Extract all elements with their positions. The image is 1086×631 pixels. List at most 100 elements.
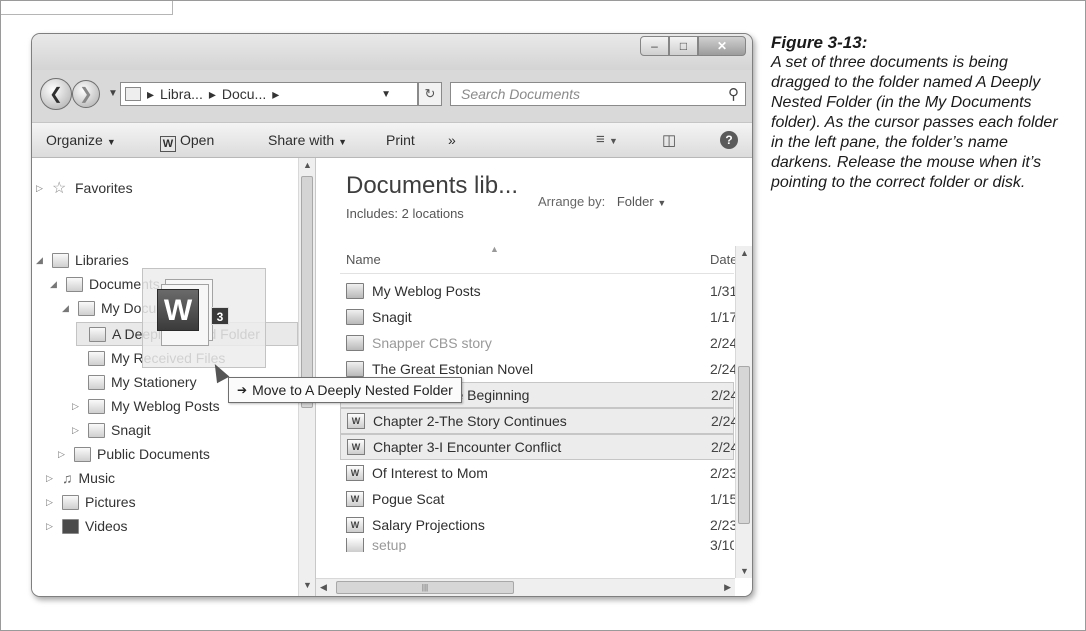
list-item[interactable]: Snapper CBS story 2/24 bbox=[340, 330, 738, 356]
chevron-down-icon: ▼ bbox=[657, 198, 667, 208]
maximize-button[interactable]: □ bbox=[669, 36, 698, 56]
collapse-icon[interactable]: ◢ bbox=[36, 255, 48, 266]
file-name: Snagit bbox=[372, 309, 412, 325]
list-item[interactable]: Snagit 1/17 bbox=[340, 304, 737, 330]
expand-icon[interactable]: ▷ bbox=[72, 425, 84, 436]
list-item[interactable]: W Pogue Scat 1/15 bbox=[340, 486, 737, 512]
libraries-icon bbox=[52, 252, 69, 268]
minimize-icon: – bbox=[651, 39, 658, 53]
file-list-scrollbar[interactable]: ▲ ▼ bbox=[735, 246, 752, 578]
address-dropdown-icon[interactable]: ▼ bbox=[381, 89, 391, 100]
scroll-right-icon[interactable]: ▶ bbox=[724, 582, 731, 593]
column-date[interactable]: Date bbox=[710, 252, 737, 267]
file-date: 2/24 bbox=[710, 335, 738, 351]
scroll-down-icon[interactable]: ▼ bbox=[740, 566, 749, 576]
folder-icon bbox=[74, 446, 91, 462]
breadcrumb-documents[interactable]: Docu... bbox=[222, 86, 266, 102]
nav-item-videos[interactable]: ▷ Videos bbox=[46, 514, 128, 538]
file-list-scroll-thumb[interactable] bbox=[738, 366, 750, 524]
caption-text: A set of three documents is being dragge… bbox=[771, 54, 1058, 191]
move-arrow-icon: ➔ bbox=[237, 383, 248, 397]
scroll-up-icon[interactable]: ▲ bbox=[740, 248, 749, 258]
forward-arrow-icon: ❯ bbox=[79, 86, 93, 103]
list-item[interactable]: W Salary Projections 2/23 bbox=[340, 512, 737, 538]
horizontal-scroll-thumb[interactable]: ||| bbox=[336, 581, 514, 594]
collapse-icon[interactable]: ◢ bbox=[62, 303, 74, 314]
file-date: 2/23 bbox=[710, 465, 738, 481]
folder-icon bbox=[346, 335, 364, 351]
nav-item-favorites[interactable]: ▷ ☆ Favorites bbox=[36, 176, 133, 200]
refresh-button[interactable]: ↻ bbox=[418, 82, 442, 106]
column-name[interactable]: Name bbox=[346, 252, 381, 267]
title-bar: – □ ✕ bbox=[32, 34, 752, 70]
horizontal-scrollbar[interactable]: ◀ ||| ▶ bbox=[316, 578, 735, 596]
nav-item-libraries[interactable]: ◢ Libraries bbox=[36, 248, 129, 272]
setup-file-icon bbox=[346, 538, 364, 552]
expand-icon[interactable]: ▷ bbox=[46, 497, 58, 508]
file-name: Chapter 2-The Story Continues bbox=[373, 413, 567, 429]
expand-icon[interactable]: ▷ bbox=[46, 473, 58, 484]
open-button[interactable]: W Open bbox=[160, 132, 214, 152]
nav-scroll-thumb[interactable] bbox=[301, 176, 313, 408]
file-name: setup bbox=[372, 538, 407, 552]
organize-button[interactable]: Organize ▼ bbox=[46, 132, 116, 148]
file-name: Pogue Scat bbox=[372, 491, 445, 507]
sort-indicator-icon: ▲ bbox=[490, 244, 499, 254]
maximize-icon: □ bbox=[679, 39, 688, 53]
list-item[interactable]: W Chapter 3-I Encounter Conflict 2/24 bbox=[340, 434, 738, 460]
nav-item-snagit[interactable]: ▷ Snagit bbox=[72, 418, 151, 442]
close-icon: ✕ bbox=[716, 39, 728, 53]
list-item[interactable]: W Chapter 2-The Story Continues 2/24 bbox=[340, 408, 738, 434]
arrange-by-dropdown[interactable]: Folder ▼ bbox=[617, 194, 666, 209]
column-header: ▲ Name Date bbox=[340, 244, 737, 274]
address-row: ❮ ❯ ▼ ▸ Libra... ▸ Docu... ▸ ▼ ↻ Search … bbox=[32, 72, 752, 118]
recent-pages-dropdown[interactable]: ▼ bbox=[108, 88, 118, 99]
library-includes-link[interactable]: Includes: 2 locations bbox=[346, 206, 464, 221]
address-bar[interactable]: ▸ Libra... ▸ Docu... ▸ ▼ bbox=[120, 82, 418, 106]
scroll-left-icon[interactable]: ◀ bbox=[320, 582, 327, 593]
folder-icon bbox=[89, 326, 106, 342]
nav-item-music[interactable]: ▷ ♫ Music bbox=[46, 466, 115, 490]
expand-icon[interactable]: ▷ bbox=[58, 449, 70, 460]
collapse-icon[interactable]: ◢ bbox=[50, 279, 62, 290]
library-icon bbox=[125, 87, 141, 101]
minimize-button[interactable]: – bbox=[640, 36, 669, 56]
word-doc-icon: W bbox=[347, 413, 365, 429]
search-input[interactable]: Search Documents ⚲ bbox=[450, 82, 746, 106]
arrange-by: Arrange by: Folder ▼ bbox=[538, 194, 666, 209]
share-with-button[interactable]: Share with ▼ bbox=[268, 132, 347, 148]
window-controls: – □ ✕ bbox=[640, 36, 746, 56]
explorer-window: – □ ✕ ❮ ❯ ▼ ▸ Libra... ▸ Docu... ▸ ▼ ↻ S… bbox=[31, 33, 753, 597]
print-label: Print bbox=[386, 132, 415, 148]
list-item[interactable]: My Weblog Posts 1/31 bbox=[340, 278, 737, 304]
nav-item-pictures[interactable]: ▷ Pictures bbox=[46, 490, 136, 514]
organize-label: Organize bbox=[46, 132, 103, 148]
preview-pane-button[interactable]: ◫ bbox=[662, 131, 676, 149]
nav-item-my-weblog-posts[interactable]: ▷ My Weblog Posts bbox=[72, 394, 220, 418]
help-icon[interactable]: ? bbox=[720, 131, 738, 149]
preview-pane-icon: ◫ bbox=[662, 132, 677, 149]
more-commands-button[interactable]: » bbox=[448, 132, 456, 148]
nav-label: Libraries bbox=[75, 252, 129, 268]
expand-icon[interactable]: ▷ bbox=[72, 401, 84, 412]
scroll-up-icon[interactable]: ▲ bbox=[303, 160, 312, 170]
close-button[interactable]: ✕ bbox=[698, 36, 746, 56]
print-button[interactable]: Print bbox=[386, 132, 415, 148]
nav-item-public-documents[interactable]: ▷ Public Documents bbox=[58, 442, 210, 466]
nav-item-my-stationery[interactable]: My Stationery bbox=[88, 370, 197, 394]
breadcrumb-libraries[interactable]: Libra... bbox=[160, 86, 203, 102]
expand-icon[interactable]: ▷ bbox=[36, 183, 48, 194]
back-button[interactable]: ❮ bbox=[40, 78, 72, 110]
frame-tab bbox=[1, 1, 173, 15]
scroll-down-icon[interactable]: ▼ bbox=[303, 580, 312, 590]
list-item[interactable]: W Of Interest to Mom 2/23 bbox=[340, 460, 738, 486]
views-button[interactable]: ≡ ▼ bbox=[596, 131, 618, 148]
breadcrumb-sep-icon: ▸ bbox=[208, 85, 216, 102]
forward-button[interactable]: ❯ bbox=[72, 80, 100, 108]
pictures-icon bbox=[62, 494, 79, 510]
share-with-label: Share with bbox=[268, 132, 335, 148]
list-item[interactable]: setup 3/10 bbox=[340, 538, 734, 552]
star-icon: ☆ bbox=[52, 180, 67, 197]
drag-ghost: W 3 bbox=[142, 268, 266, 368]
expand-icon[interactable]: ▷ bbox=[46, 521, 58, 532]
